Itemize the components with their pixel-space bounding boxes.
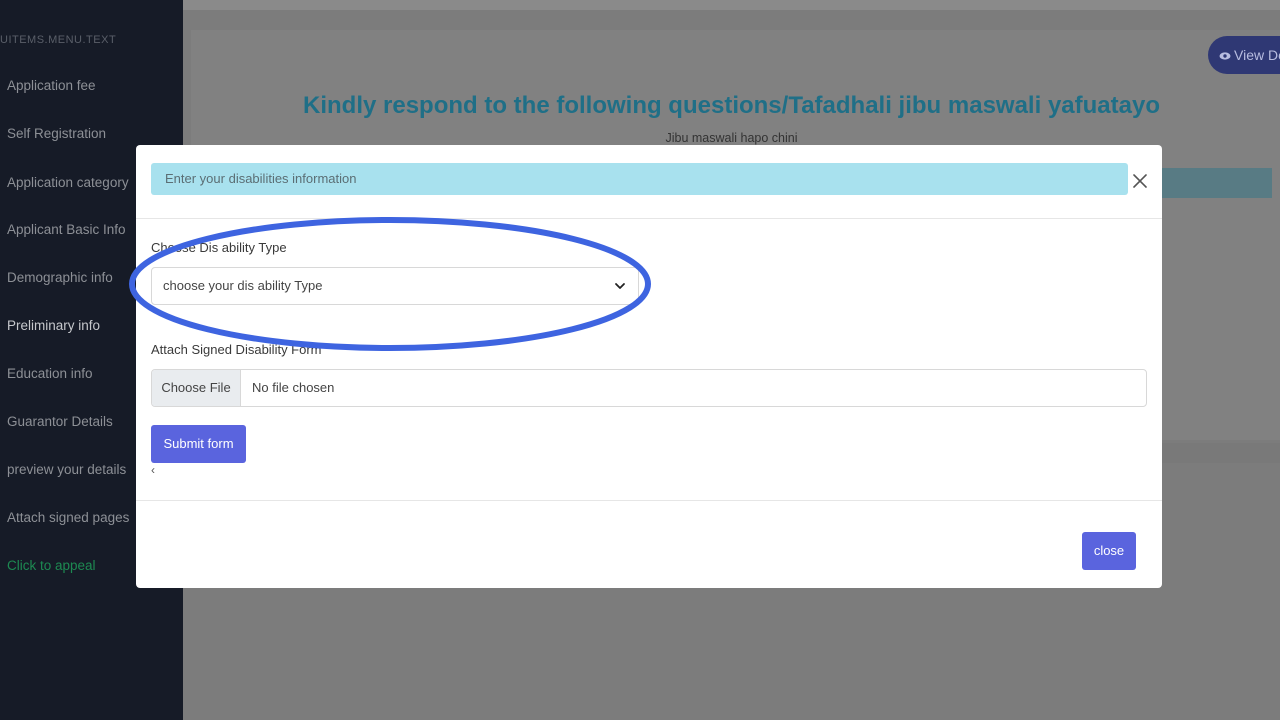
eye-icon xyxy=(1219,52,1231,60)
sidebar-item-applicant-basic-info[interactable]: Applicant Basic Info xyxy=(7,222,126,237)
card-band xyxy=(1161,168,1272,198)
page-title: Kindly respond to the following question… xyxy=(303,92,1160,119)
choose-file-button[interactable]: Choose File xyxy=(152,370,241,406)
back-chevron-icon[interactable]: ‹ xyxy=(151,463,155,477)
modal-header-text: Enter your disabilities information xyxy=(165,171,357,186)
sidebar-item-self-registration[interactable]: Self Registration xyxy=(7,126,106,141)
disability-type-label: Choose Dis ability Type xyxy=(151,240,287,255)
disability-type-select[interactable]: choose your dis ability Type xyxy=(151,267,639,305)
sidebar-item-application-fee[interactable]: Application fee xyxy=(7,78,96,93)
modal-header-divider xyxy=(136,218,1162,219)
disability-type-value: choose your dis ability Type xyxy=(163,278,323,293)
attach-form-label: Attach Signed Disability Form xyxy=(151,342,322,357)
file-status: No file chosen xyxy=(252,380,335,395)
disability-form-file-input[interactable]: Choose File No file chosen xyxy=(151,369,1147,407)
sidebar-item-attach-signed-pages[interactable]: Attach signed pages xyxy=(7,510,129,525)
sidebar-item-application-category[interactable]: Application category xyxy=(7,175,129,190)
modal-header: Enter your disabilities information xyxy=(151,163,1128,195)
close-icon[interactable] xyxy=(1132,173,1148,189)
submit-form-button[interactable]: Submit form xyxy=(151,425,246,463)
view-details-label: View De xyxy=(1234,47,1280,63)
page-subtitle: Jibu maswali hapo chini xyxy=(665,131,798,145)
card-footer-line xyxy=(1161,443,1280,463)
sidebar-item-education-info[interactable]: Education info xyxy=(7,366,93,381)
sidebar-heading: UITEMS.MENU.TEXT xyxy=(0,34,117,46)
sidebar-item-preliminary-info[interactable]: Preliminary info xyxy=(7,318,100,333)
disability-modal: Enter your disabilities information Choo… xyxy=(136,145,1162,588)
modal-footer-divider xyxy=(136,500,1162,501)
top-bar xyxy=(183,0,1280,10)
sidebar-item-click-to-appeal[interactable]: Click to appeal xyxy=(7,558,96,573)
view-details-button[interactable]: View De xyxy=(1208,36,1280,74)
close-button[interactable]: close xyxy=(1082,532,1136,570)
chevron-down-icon xyxy=(615,283,625,289)
sidebar-item-demographic-info[interactable]: Demographic info xyxy=(7,270,113,285)
sidebar-item-preview-details[interactable]: preview your details xyxy=(7,462,126,477)
sidebar-item-guarantor-details[interactable]: Guarantor Details xyxy=(7,414,113,429)
